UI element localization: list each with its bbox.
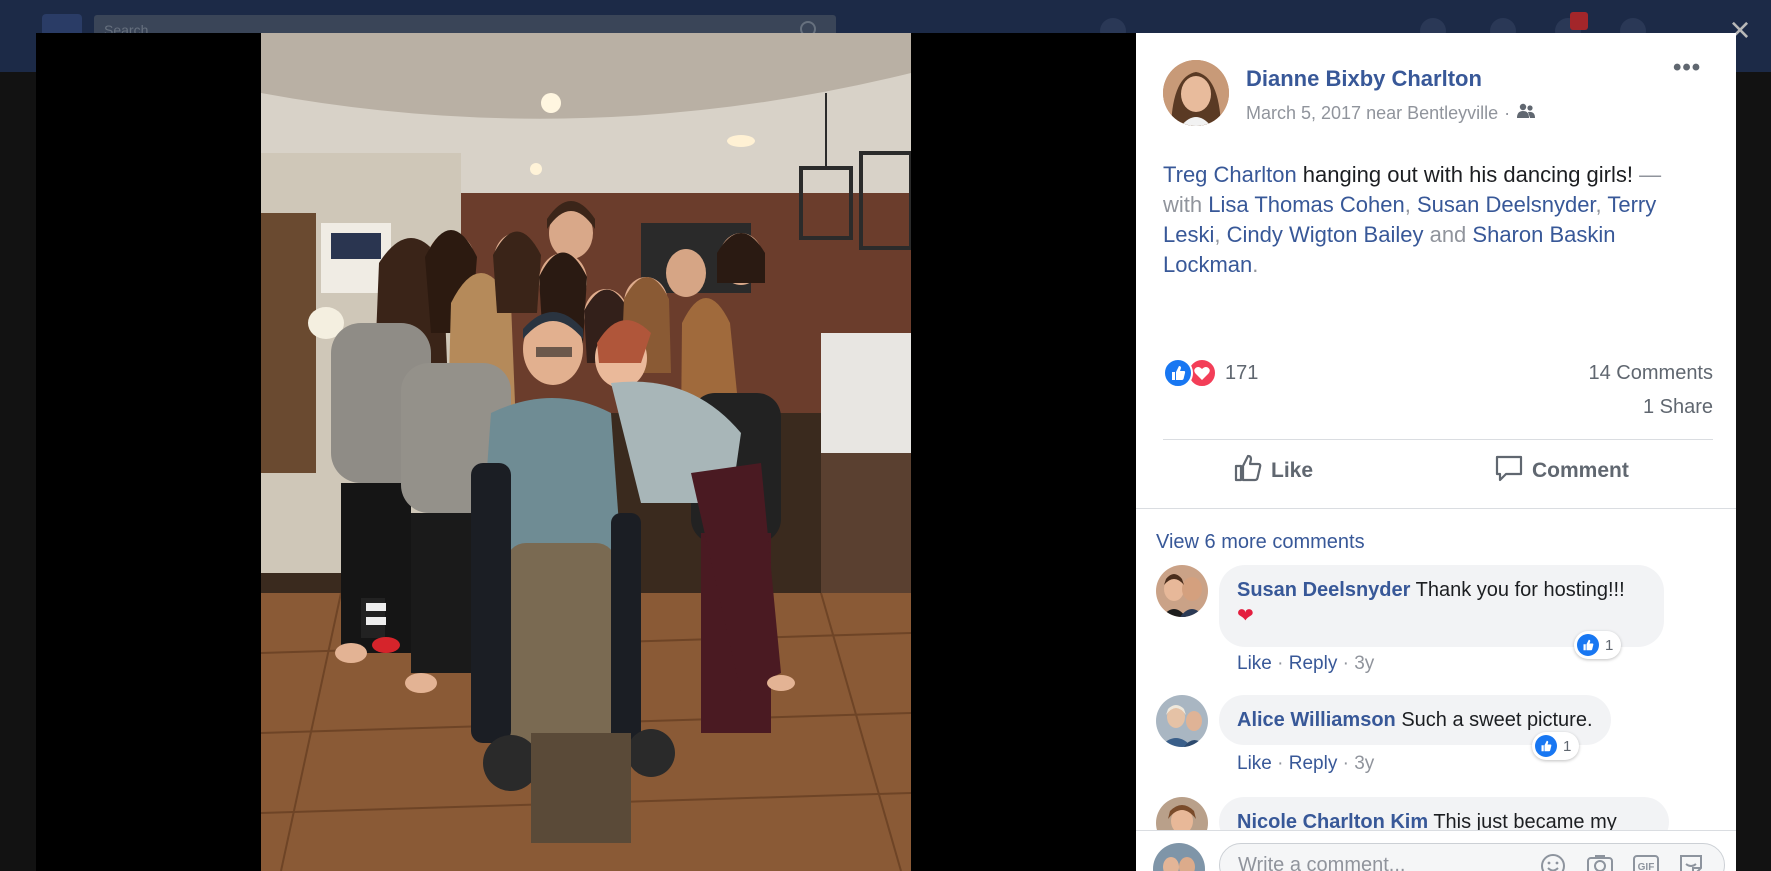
tagged-person-link[interactable]: Susan Deelsnyder bbox=[1417, 192, 1596, 217]
comment-timestamp[interactable]: 3y bbox=[1354, 753, 1374, 774]
separator: · bbox=[1342, 753, 1349, 774]
svg-text:GIF: GIF bbox=[1638, 862, 1655, 871]
post-options-button[interactable]: ••• bbox=[1673, 56, 1709, 81]
comment-like-count: 1 bbox=[1605, 636, 1614, 654]
sticker-icon[interactable] bbox=[1678, 853, 1708, 871]
comment-text: Thank you for hosting!!! bbox=[1415, 579, 1625, 601]
composer-icons: GIF bbox=[1540, 853, 1708, 871]
tagged-person-link[interactable]: Lisa Thomas Cohen bbox=[1208, 192, 1405, 217]
post-date-location[interactable]: March 5, 2017 near Bentleyville bbox=[1246, 103, 1498, 124]
post-photo[interactable] bbox=[261, 33, 911, 871]
divider bbox=[1136, 508, 1736, 509]
like-reaction-icon bbox=[1535, 735, 1557, 757]
like-reaction-icon bbox=[1163, 358, 1193, 388]
separator: , bbox=[1214, 222, 1227, 247]
reactions-summary[interactable]: 171 bbox=[1163, 358, 1258, 388]
comment-like-badge[interactable]: 1 bbox=[1574, 631, 1622, 659]
comment-like-link[interactable]: Like bbox=[1237, 653, 1272, 674]
commenter-avatar[interactable] bbox=[1156, 565, 1208, 617]
comment-reply-link[interactable]: Reply bbox=[1289, 653, 1338, 674]
post-meta: March 5, 2017 near Bentleyville · bbox=[1246, 103, 1536, 124]
post-body: hanging out with his dancing girls! bbox=[1296, 162, 1634, 187]
period: . bbox=[1252, 252, 1259, 277]
commenter-avatar[interactable] bbox=[1156, 695, 1208, 747]
comment-author[interactable]: Susan Deelsnyder bbox=[1237, 579, 1410, 601]
comments-count[interactable]: 14 Comments bbox=[1589, 362, 1714, 385]
current-user-avatar bbox=[1153, 843, 1205, 871]
like-reaction-icon bbox=[1577, 634, 1599, 656]
divider bbox=[1163, 439, 1713, 440]
separator: · bbox=[1277, 653, 1284, 674]
comment-author[interactable]: Alice Williamson bbox=[1237, 709, 1396, 731]
shares-count[interactable]: 1 Share bbox=[1643, 396, 1713, 419]
comment-actions: Like · Reply · 3y bbox=[1237, 753, 1374, 775]
group-photo-illustration bbox=[261, 33, 911, 871]
like-label: Like bbox=[1271, 459, 1314, 482]
separator: · bbox=[1342, 653, 1349, 674]
notification-badge bbox=[1570, 12, 1588, 30]
post-details-panel: Dianne Bixby Charlton March 5, 2017 near… bbox=[1136, 33, 1736, 871]
emoji-icon[interactable] bbox=[1540, 853, 1570, 871]
gif-icon[interactable]: GIF bbox=[1632, 853, 1662, 871]
thumbs-up-icon bbox=[1233, 453, 1263, 489]
author-avatar[interactable] bbox=[1163, 60, 1229, 126]
comment-like-count: 1 bbox=[1563, 737, 1572, 755]
friends-audience-icon[interactable] bbox=[1516, 103, 1536, 124]
comment-bubble-icon bbox=[1494, 454, 1524, 488]
heart-emoji-icon: ❤ bbox=[1237, 605, 1254, 627]
view-more-comments-link[interactable]: View 6 more comments bbox=[1156, 531, 1365, 554]
tagged-person-link[interactable]: Cindy Wigton Bailey bbox=[1227, 222, 1424, 247]
comment-composer: Write a comment... GIF bbox=[1136, 830, 1736, 871]
post-text: Treg Charlton hanging out with his danci… bbox=[1163, 160, 1703, 280]
separator: , bbox=[1595, 192, 1608, 217]
comment-button[interactable]: Comment bbox=[1494, 451, 1629, 491]
post-author-name[interactable]: Dianne Bixby Charlton bbox=[1246, 66, 1482, 92]
like-button[interactable]: Like bbox=[1233, 451, 1313, 491]
tagged-person-link[interactable]: Treg Charlton bbox=[1163, 162, 1297, 187]
author-avatar-image bbox=[1163, 60, 1229, 126]
comment-text: Such a sweet picture. bbox=[1401, 709, 1593, 731]
and-separator: and bbox=[1423, 222, 1473, 247]
separator: · bbox=[1277, 753, 1284, 774]
comment-input-placeholder: Write a comment... bbox=[1238, 854, 1406, 871]
camera-icon[interactable] bbox=[1586, 853, 1616, 871]
comment-timestamp[interactable]: 3y bbox=[1354, 653, 1374, 674]
separator: , bbox=[1404, 192, 1417, 217]
comment-reply-link[interactable]: Reply bbox=[1289, 753, 1338, 774]
photo-stage bbox=[36, 33, 1136, 871]
reactions-count: 171 bbox=[1225, 361, 1259, 384]
comment-actions: Like · Reply · 3y bbox=[1237, 653, 1374, 675]
comment-like-badge[interactable]: 1 bbox=[1532, 732, 1580, 760]
meta-separator: · bbox=[1504, 103, 1511, 123]
comment-like-link[interactable]: Like bbox=[1237, 753, 1272, 774]
comment-label: Comment bbox=[1532, 459, 1629, 482]
